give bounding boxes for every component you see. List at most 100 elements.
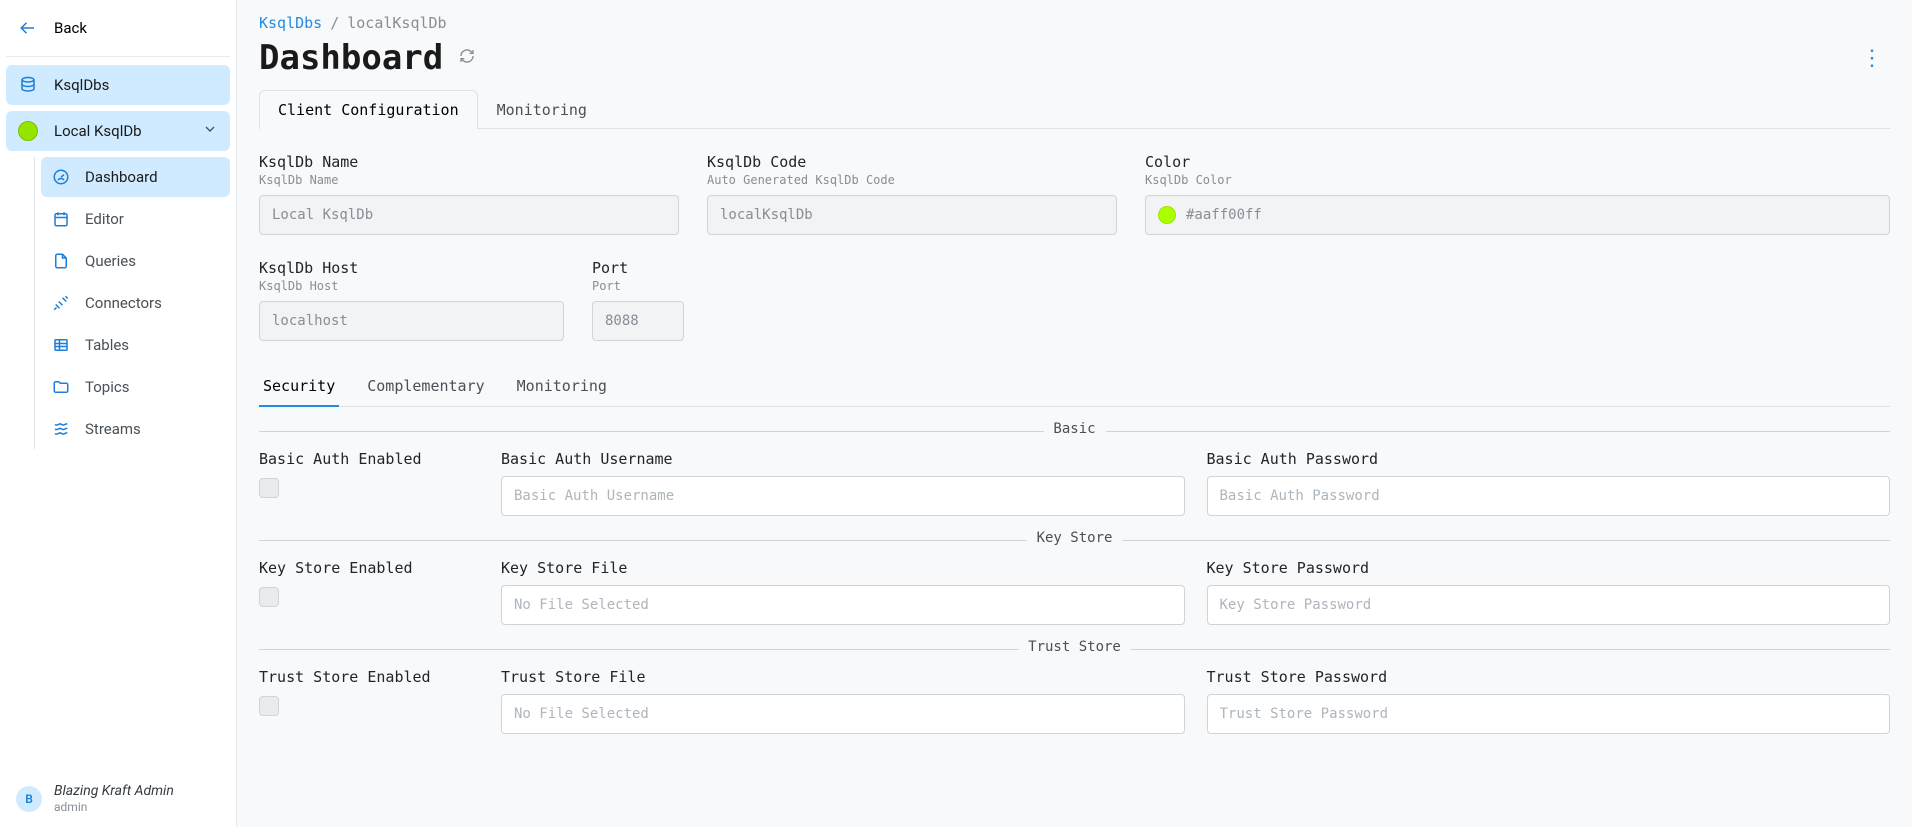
field-keystore-password: Key Store Password <box>1207 559 1891 625</box>
field-basic-enabled: Basic Auth Enabled <box>259 450 479 516</box>
truststore-file-input[interactable]: No File Selected <box>501 694 1185 734</box>
sublabel: KsqlDb Color <box>1145 173 1890 187</box>
sidebar-instance-label: Local KsqlDb <box>54 122 142 140</box>
label: Basic Auth Enabled <box>259 450 479 468</box>
sublabel: Auto Generated KsqlDb Code <box>707 173 1117 187</box>
keystore-password-input[interactable] <box>1207 585 1891 625</box>
group-keystore: Key Store Key Store Enabled Key Store Fi… <box>259 540 1890 625</box>
arrow-left-icon <box>18 18 38 38</box>
label: Basic Auth Username <box>501 450 1185 468</box>
stream-icon <box>51 419 71 439</box>
sublabel: KsqlDb Host <box>259 279 564 293</box>
color-input[interactable]: #aaff00ff <box>1145 195 1890 235</box>
sidebar-item-editor[interactable]: Editor <box>41 199 230 239</box>
label: Color <box>1145 153 1890 171</box>
table-icon <box>51 335 71 355</box>
avatar[interactable]: B <box>16 786 42 812</box>
field-truststore-file: Trust Store File No File Selected <box>501 668 1185 734</box>
database-icon <box>18 75 38 95</box>
basic-auth-enabled-checkbox[interactable] <box>259 478 279 498</box>
primary-tabs: Client Configuration Monitoring <box>259 90 1890 129</box>
user-login: admin <box>54 800 174 815</box>
status-dot-icon <box>18 121 38 141</box>
subtab-monitoring[interactable]: Monitoring <box>513 369 611 407</box>
back-button[interactable]: Back <box>6 8 230 48</box>
sidebar-item-label: Streams <box>85 420 141 438</box>
breadcrumb: KsqlDbs / localKsqlDb <box>259 14 1890 32</box>
label: Key Store Enabled <box>259 559 479 577</box>
plug-icon <box>51 293 71 313</box>
label: Key Store Password <box>1207 559 1891 577</box>
sidebar-item-label: Topics <box>85 378 129 396</box>
label: Basic Auth Password <box>1207 450 1891 468</box>
chevron-down-icon <box>202 121 218 141</box>
field-truststore-password: Trust Store Password <box>1207 668 1891 734</box>
refresh-icon[interactable] <box>459 48 475 68</box>
field-basic-password: Basic Auth Password <box>1207 450 1891 516</box>
field-ksqldb-host: KsqlDb Host KsqlDb Host <box>259 259 564 341</box>
breadcrumb-leaf: localKsqlDb <box>347 14 446 32</box>
sidebar-item-streams[interactable]: Streams <box>41 409 230 449</box>
sidebar-root-label: KsqlDbs <box>54 76 109 94</box>
main-content: KsqlDbs / localKsqlDb Dashboard ⋮ Client… <box>237 0 1912 827</box>
divider <box>6 56 230 57</box>
group-basic: Basic Basic Auth Enabled Basic Auth User… <box>259 431 1890 516</box>
truststore-enabled-checkbox[interactable] <box>259 696 279 716</box>
ksqldb-name-input[interactable] <box>259 195 679 235</box>
sidebar-item-connectors[interactable]: Connectors <box>41 283 230 323</box>
sidebar-instance[interactable]: Local KsqlDb <box>6 111 230 151</box>
field-truststore-enabled: Trust Store Enabled <box>259 668 479 734</box>
file-placeholder: No File Selected <box>514 706 649 722</box>
sidebar-root-ksqldbs[interactable]: KsqlDbs <box>6 65 230 105</box>
label: Trust Store Enabled <box>259 668 479 686</box>
ksqldb-host-input[interactable] <box>259 301 564 341</box>
truststore-password-input[interactable] <box>1207 694 1891 734</box>
folder-icon <box>51 377 71 397</box>
gauge-icon <box>51 167 71 187</box>
label: Trust Store File <box>501 668 1185 686</box>
keystore-enabled-checkbox[interactable] <box>259 587 279 607</box>
sql-file-icon <box>51 251 71 271</box>
sidebar-item-label: Dashboard <box>85 168 158 186</box>
basic-auth-password-input[interactable] <box>1207 476 1891 516</box>
field-ksqldb-name: KsqlDb Name KsqlDb Name <box>259 153 679 235</box>
label: Trust Store Password <box>1207 668 1891 686</box>
field-basic-username: Basic Auth Username <box>501 450 1185 516</box>
sublabel: KsqlDb Name <box>259 173 679 187</box>
sub-tabs: Security Complementary Monitoring <box>259 369 1890 407</box>
breadcrumb-sep: / <box>330 14 339 32</box>
sidebar-footer: B Blazing Kraft Admin admin <box>6 775 230 820</box>
group-title: Trust Store <box>1018 639 1131 655</box>
subtab-security[interactable]: Security <box>259 369 339 407</box>
sidebar-item-label: Queries <box>85 252 136 270</box>
field-keystore-file: Key Store File No File Selected <box>501 559 1185 625</box>
breadcrumb-root[interactable]: KsqlDbs <box>259 14 322 32</box>
sidebar-item-tables[interactable]: Tables <box>41 325 230 365</box>
sidebar-item-queries[interactable]: Queries <box>41 241 230 281</box>
kebab-menu-icon[interactable]: ⋮ <box>1855 42 1890 75</box>
group-title: Basic <box>1043 421 1105 437</box>
color-value: #aaff00ff <box>1186 207 1262 223</box>
tab-client-configuration[interactable]: Client Configuration <box>259 90 478 129</box>
sidebar-item-dashboard[interactable]: Dashboard <box>41 157 230 197</box>
label: KsqlDb Host <box>259 259 564 277</box>
group-title: Key Store <box>1027 530 1123 546</box>
calendar-icon <box>51 209 71 229</box>
port-input[interactable] <box>592 301 684 341</box>
group-truststore: Trust Store Trust Store Enabled Trust St… <box>259 649 1890 734</box>
ksqldb-code-input[interactable] <box>707 195 1117 235</box>
keystore-file-input[interactable]: No File Selected <box>501 585 1185 625</box>
subtab-complementary[interactable]: Complementary <box>363 369 488 407</box>
label: KsqlDb Name <box>259 153 679 171</box>
field-port: Port Port <box>592 259 684 341</box>
user-info: Blazing Kraft Admin admin <box>54 783 174 816</box>
field-ksqldb-code: KsqlDb Code Auto Generated KsqlDb Code <box>707 153 1117 235</box>
label: Port <box>592 259 684 277</box>
tab-monitoring[interactable]: Monitoring <box>478 90 606 129</box>
sidebar-item-topics[interactable]: Topics <box>41 367 230 407</box>
field-keystore-enabled: Key Store Enabled <box>259 559 479 625</box>
sidebar: Back KsqlDbs Local KsqlDb Dashboard Edit… <box>0 0 237 827</box>
basic-auth-username-input[interactable] <box>501 476 1185 516</box>
page-title: Dashboard <box>259 38 443 78</box>
field-color: Color KsqlDb Color #aaff00ff <box>1145 153 1890 235</box>
